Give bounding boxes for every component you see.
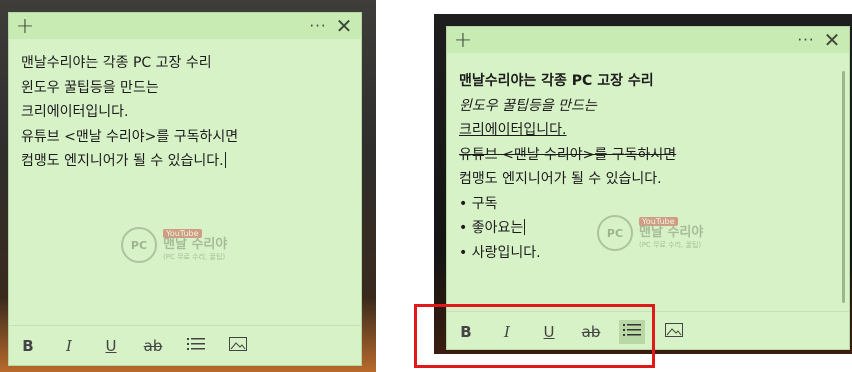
note-title-bar[interactable]: + ··· ✕ — [447, 27, 849, 53]
sticky-note-right[interactable]: + ··· ✕ 맨날수리야는 각종 PC 고장 수리 윈도우 꿀팁등을 만드는 … — [446, 26, 850, 350]
channel-watermark: PC YouTube 맨날 수리야 (PC 무료 수리, 꿀팁) — [121, 227, 227, 263]
note-title-bar[interactable]: + ··· ✕ — [9, 13, 361, 39]
sticky-note-left[interactable]: + ··· ✕ 맨날수리야는 각종 PC 고장 수리 윈도우 꿀팁등을 만드는 … — [8, 12, 362, 366]
channel-logo: PC — [597, 215, 633, 251]
channel-logo: PC — [121, 227, 157, 263]
format-toolbar: B I U ab — [9, 325, 361, 366]
note-line: 컴맹도 엔지니어가 될 수 있습니다. — [21, 152, 226, 169]
channel-watermark: PC YouTube 맨날 수리야 (PC 무료 수리, 꿀팁) — [597, 215, 703, 251]
italic-line: 윈도우 꿀팁등을 만드는 — [459, 97, 597, 114]
vertical-scrollbar[interactable] — [842, 71, 845, 303]
strikethrough-line: 유튜브 <맨날 수리야>를 구독하시면 — [459, 146, 677, 163]
close-button[interactable]: ✕ — [331, 13, 357, 39]
text-caret — [524, 219, 526, 235]
text-caret — [224, 152, 226, 168]
bullet-list-icon — [187, 337, 205, 355]
note-line: 윈도우 꿀팁등을 만드는 — [21, 79, 159, 96]
more-menu-button[interactable]: ··· — [793, 27, 819, 53]
bullets-button[interactable] — [183, 334, 209, 358]
watermark-subtitle: (PC 무료 수리, 꿀팁) — [163, 253, 226, 262]
close-button[interactable]: ✕ — [819, 27, 845, 53]
add-note-button[interactable]: + — [450, 27, 476, 53]
italic-button[interactable]: I — [56, 334, 82, 358]
highlight-annotation-box — [414, 304, 655, 368]
note-line: 맨날수리야는 각종 PC 고장 수리 — [21, 55, 212, 71]
underline-line: 크리에이터입니다. — [459, 122, 567, 138]
image-icon — [665, 323, 683, 341]
strikethrough-button[interactable]: ab — [140, 334, 166, 358]
plain-line: 컴맹도 엔지니어가 될 수 있습니다. — [459, 171, 662, 187]
note-text-area[interactable]: 맨날수리야는 각종 PC 고장 수리 윈도우 꿀팁등을 만드는 크리에이터입니다… — [21, 51, 345, 174]
watermark-title: 맨날 수리야 — [163, 237, 228, 253]
add-note-button[interactable]: + — [12, 13, 38, 39]
note-line: 크리에이터입니다. — [21, 104, 129, 120]
watermark-title: 맨날 수리야 — [639, 225, 704, 241]
note-line: 유튜브 <맨날 수리야>를 구독하시면 — [21, 128, 239, 145]
bold-button[interactable]: B — [15, 334, 41, 358]
watermark-subtitle: (PC 무료 수리, 꿀팁) — [639, 241, 702, 250]
insert-image-button[interactable] — [225, 334, 251, 358]
insert-image-button[interactable] — [661, 320, 687, 344]
image-icon — [229, 337, 247, 355]
bullet-item: • 구독 — [459, 195, 498, 212]
underline-button[interactable]: U — [98, 334, 124, 358]
bold-line: 맨날수리야는 각종 PC 고장 수리 — [459, 73, 654, 89]
more-menu-button[interactable]: ··· — [305, 13, 331, 39]
